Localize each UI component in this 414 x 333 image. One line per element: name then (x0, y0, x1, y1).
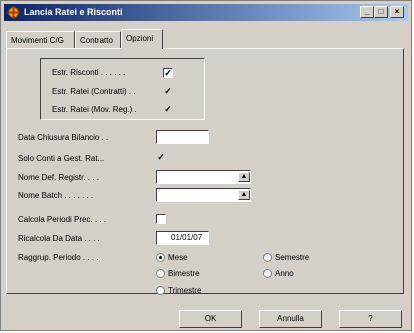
ricalcola-label: Ricalcola Da Data . . . . (18, 234, 100, 243)
title-bar[interactable]: Lancia Ratei e Risconti _ □ × (4, 4, 408, 21)
radio-anno-label: Anno (275, 269, 294, 278)
tab-movimenti[interactable]: Movimenti C/G (6, 31, 75, 49)
radio-semestre[interactable] (263, 253, 272, 262)
estr-ratei-contratti-label: Estr. Ratei (Contratti) . . (52, 87, 136, 96)
radio-trimestre[interactable] (156, 286, 165, 295)
nome-def-select[interactable] (156, 170, 251, 184)
nome-batch-select[interactable] (156, 188, 251, 202)
minimize-button[interactable]: _ (360, 6, 374, 18)
radio-trimestre-label: Trimestre (168, 286, 202, 295)
estr-ratei-contratti-checkbox[interactable]: ✓ (163, 87, 173, 97)
close-button[interactable]: × (390, 6, 404, 18)
radio-mese-label: Mese (168, 253, 188, 262)
estr-ratei-movreg-checkbox[interactable]: ✓ (163, 105, 173, 115)
radio-bimestre[interactable] (156, 269, 165, 278)
radio-mese[interactable] (156, 253, 165, 262)
raggrup-label: Raggrup. Periodo . . . . (18, 253, 99, 262)
help-button[interactable]: ? (339, 310, 402, 328)
solo-conti-label: Solo Conti a Gest. Rat... (18, 154, 105, 163)
solo-conti-checkbox[interactable]: ✓ (156, 153, 166, 163)
data-chiusura-input[interactable] (156, 130, 209, 144)
radio-semestre-label: Semestre (275, 253, 310, 262)
nome-def-dropdown-icon[interactable]: ▲ (238, 172, 250, 182)
estr-risconti-label: Estr. Risconti . . . . . . (52, 68, 126, 77)
tab-opzioni[interactable]: Opzioni (121, 29, 163, 49)
calcola-periodi-label: Calcola Periodi Prec. . . . (18, 215, 107, 224)
ricalcola-input[interactable]: 01/01/07 (156, 231, 209, 245)
tab-contratto[interactable]: Contratto (75, 31, 121, 49)
radio-bimestre-label: Bimestre (168, 269, 200, 278)
nome-def-label: Nome Def. Registr. . . . (18, 173, 99, 182)
estr-risconti-checkbox[interactable]: ✓ (163, 68, 173, 78)
radio-anno[interactable] (263, 269, 272, 278)
estr-ratei-movreg-label: Estr. Ratei (Mov. Reg.) . (52, 105, 137, 114)
nome-batch-label: Nome Batch . . . . . . . (18, 191, 94, 200)
app-icon (7, 6, 20, 19)
calcola-periodi-checkbox[interactable] (156, 214, 166, 224)
window-title: Lancia Ratei e Risconti (24, 7, 123, 17)
data-chiusura-label: Data Chiusura Bilancio . . (18, 133, 109, 142)
nome-batch-dropdown-icon[interactable]: ▲ (238, 190, 250, 200)
maximize-button[interactable]: □ (374, 6, 388, 18)
dialog-window: Lancia Ratei e Risconti _ □ × Movimenti … (0, 0, 412, 331)
annulla-button[interactable]: Annulla (259, 310, 322, 328)
ok-button[interactable]: OK (179, 310, 242, 328)
